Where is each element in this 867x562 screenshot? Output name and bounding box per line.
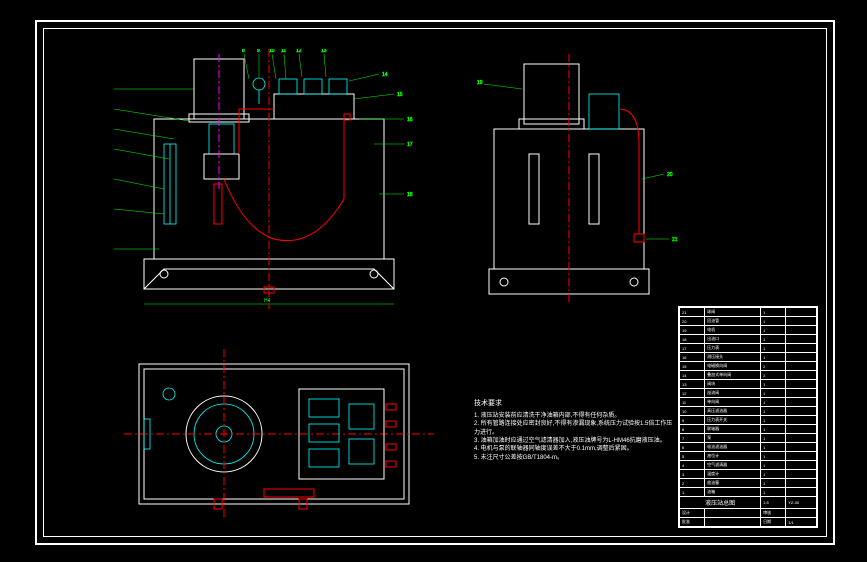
- drawing-inner-frame: 7 6 5 4 3 2 1 8 9 10 11 12 13 14 15 16 1…: [43, 28, 827, 537]
- callout-8: 8: [242, 49, 245, 54]
- callout-17: 17: [407, 142, 413, 148]
- note-3: 3. 油箱加油时应通过空气滤清器加入,液压油牌号为L-HM46抗磨液压油。: [474, 437, 674, 445]
- tb-approved: 批准: [680, 518, 705, 527]
- callout-20: 20: [667, 172, 673, 178]
- callout-14: 14: [382, 72, 388, 78]
- note-2: 2. 所有管路连接处应密封良好,不得有渗漏现象,系统压力试验按1.5倍工作压力进…: [474, 420, 674, 437]
- tb-designed: 设计: [680, 509, 705, 518]
- side-view: 19 20 21: [474, 54, 694, 304]
- callout-9: 9: [257, 49, 260, 54]
- callout-18: 18: [407, 192, 413, 198]
- parts-list-table: 21球阀1 20回油管1 19电机1 18出油口1 17压力表1 16测压接头1…: [679, 307, 817, 527]
- drawing-no: YZ-00: [786, 497, 817, 509]
- callout-15: 15: [397, 92, 403, 98]
- callout-19: 19: [477, 80, 483, 86]
- callout-11: 11: [281, 49, 286, 54]
- title-block: 21球阀1 20回油管1 19电机1 18出油口1 17压力表1 16测压接头1…: [678, 306, 818, 528]
- note-1: 1. 液压站安装前应清洗干净油箱内部,不得有任何杂质。: [474, 412, 674, 420]
- tb-checked: 审核: [761, 509, 786, 518]
- dim-width: H4: [264, 298, 271, 304]
- notes-title: 技术要求: [474, 399, 674, 409]
- callout-10: 10: [269, 49, 275, 54]
- note-4: 4. 电机与泵的联轴器同轴度误差不大于0.1mm,调整后紧固。: [474, 445, 674, 453]
- drawing-scale: 1:5: [761, 497, 786, 509]
- callout-21: 21: [672, 237, 678, 243]
- drawing-title: 液压站总图: [680, 497, 761, 509]
- tb-date: 日期: [761, 518, 786, 527]
- tb-sheet: 1/1: [786, 518, 817, 527]
- note-5: 5. 未注尺寸公差按GB/T1804-m。: [474, 454, 674, 462]
- top-view: [124, 349, 434, 519]
- callout-13: 13: [321, 49, 327, 54]
- callout-12: 12: [296, 49, 302, 54]
- technical-notes: 技术要求 1. 液压站安装前应清洗干净油箱内部,不得有任何杂质。 2. 所有管路…: [474, 399, 674, 462]
- callout-16: 16: [407, 117, 413, 123]
- front-view: 7 6 5 4 3 2 1 8 9 10 11 12 13 14 15 16 1…: [114, 49, 434, 309]
